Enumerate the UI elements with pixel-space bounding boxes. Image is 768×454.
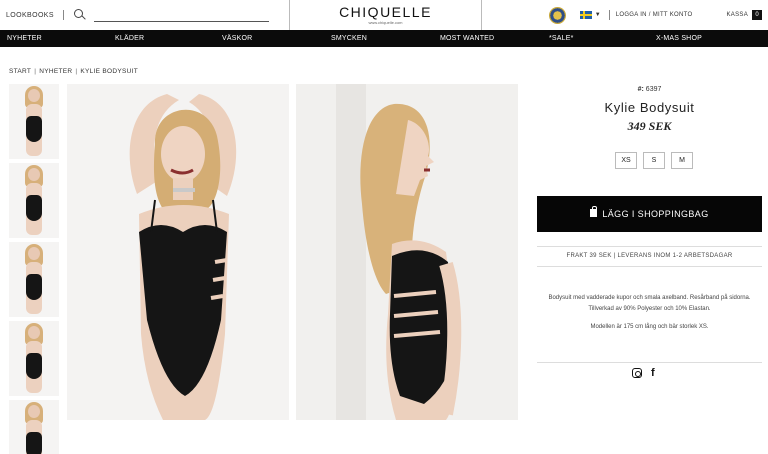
header-left: LOOKBOOKS bbox=[6, 0, 269, 30]
instagram-icon[interactable] bbox=[632, 368, 642, 378]
header-divider bbox=[62, 10, 64, 20]
top-header: LOOKBOOKS CHIQUELLE www.chiquelle.com ▼ … bbox=[0, 0, 768, 30]
thumbnail-image[interactable] bbox=[9, 163, 59, 238]
product-image-front[interactable] bbox=[67, 84, 289, 420]
product-photo-front bbox=[67, 84, 289, 420]
thumbnail-figure-bodysuit bbox=[26, 195, 42, 221]
nav-item-sale[interactable]: *SALE* bbox=[549, 30, 574, 47]
facebook-icon[interactable]: f bbox=[651, 368, 655, 379]
thumbnail-figure-bodysuit bbox=[26, 116, 42, 142]
product-title: Kylie Bodysuit bbox=[604, 100, 695, 115]
thumbnail-figure-head bbox=[28, 405, 40, 418]
header-right: ▼ LOGGA IN / MITT KONTO KASSA 0 bbox=[548, 0, 762, 30]
product-image-side[interactable] bbox=[296, 84, 518, 420]
header-divider bbox=[608, 10, 610, 20]
breadcrumb-separator: | bbox=[34, 68, 37, 75]
breadcrumb-current: KYLIE BODYSUIT bbox=[80, 68, 139, 75]
thumbnail-figure-bodysuit bbox=[26, 353, 42, 379]
trust-seal-icon[interactable] bbox=[548, 6, 566, 24]
thumbnail-image[interactable] bbox=[9, 321, 59, 396]
product-sku: #: 6397 bbox=[537, 86, 762, 93]
thumbnail-image[interactable] bbox=[9, 400, 59, 454]
logo-text: CHIQUELLE bbox=[339, 4, 432, 20]
main-nav: NYHETER KLÄDER VÄSKOR SMYCKEN MOST WANTE… bbox=[0, 30, 768, 47]
cart-count-badge[interactable]: 0 bbox=[752, 10, 762, 20]
lookbooks-link[interactable]: LOOKBOOKS bbox=[6, 12, 54, 19]
model-note: Modellen är 175 cm lång och bär storlek … bbox=[590, 324, 709, 330]
size-selector: XS S M bbox=[615, 152, 693, 169]
breadcrumb: START | NYHETER | KYLIE BODYSUIT bbox=[9, 68, 138, 75]
thumbnail-list bbox=[9, 84, 59, 454]
search-input[interactable] bbox=[93, 8, 269, 22]
product-photo-side bbox=[296, 84, 518, 420]
size-option-xs[interactable]: XS bbox=[615, 152, 637, 169]
sku-label: #: bbox=[637, 86, 644, 93]
breadcrumb-start[interactable]: START bbox=[9, 68, 31, 75]
social-links: f bbox=[632, 368, 655, 379]
nav-item-smycken[interactable]: SMYCKEN bbox=[331, 30, 367, 47]
shipping-info: FRAKT 39 SEK | LEVERANS INOM 1-2 ARBETSD… bbox=[566, 253, 733, 259]
nav-item-nyheter[interactable]: NYHETER bbox=[7, 30, 42, 47]
breadcrumb-nyheter[interactable]: NYHETER bbox=[39, 68, 72, 75]
thumbnail-figure-bodysuit bbox=[26, 432, 42, 454]
login-link[interactable]: LOGGA IN / MITT KONTO bbox=[616, 12, 693, 18]
nav-item-most-wanted[interactable]: MOST WANTED bbox=[440, 30, 494, 47]
chevron-down-icon[interactable]: ▼ bbox=[595, 12, 601, 18]
thumbnail-image[interactable] bbox=[9, 84, 59, 159]
nav-item-vaskor[interactable]: VÄSKOR bbox=[222, 30, 252, 47]
size-option-s[interactable]: S bbox=[643, 152, 665, 169]
add-to-bag-label: LÄGG I SHOPPINGBAG bbox=[602, 209, 709, 219]
nav-item-klader[interactable]: KLÄDER bbox=[115, 30, 144, 47]
checkout-link[interactable]: KASSA bbox=[726, 12, 748, 18]
product-price: 349 SEK bbox=[627, 119, 672, 133]
search-icon[interactable] bbox=[73, 9, 86, 21]
thumbnail-image[interactable] bbox=[9, 242, 59, 317]
thumbnail-figure-bodysuit bbox=[26, 274, 42, 300]
thumbnail-figure-head bbox=[28, 89, 40, 102]
sweden-flag-icon[interactable] bbox=[579, 11, 592, 19]
divider bbox=[537, 266, 762, 267]
logo-subtitle: www.chiquelle.com bbox=[368, 20, 403, 25]
shopping-bag-icon bbox=[590, 206, 598, 217]
thumbnail-figure-head bbox=[28, 168, 40, 181]
thumbnail-figure-head bbox=[28, 326, 40, 339]
nav-item-xmas-shop[interactable]: X-MAS SHOP bbox=[656, 30, 702, 47]
product-description: Bodysuit med vadderade kupor och smala a… bbox=[548, 295, 751, 312]
breadcrumb-separator: | bbox=[75, 68, 78, 75]
divider bbox=[537, 362, 762, 363]
add-to-bag-button[interactable]: LÄGG I SHOPPINGBAG bbox=[537, 196, 762, 232]
size-option-m[interactable]: M bbox=[671, 152, 693, 169]
thumbnail-figure-head bbox=[28, 247, 40, 260]
logo[interactable]: CHIQUELLE www.chiquelle.com bbox=[289, 0, 482, 30]
sku-value: 6397 bbox=[645, 86, 662, 93]
divider bbox=[537, 246, 762, 247]
